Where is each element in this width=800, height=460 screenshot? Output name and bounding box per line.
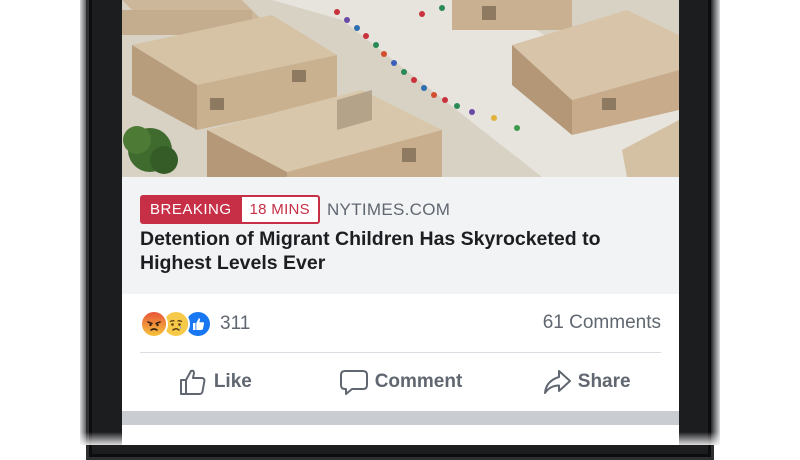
post-photo[interactable] <box>122 0 679 177</box>
link-headline[interactable]: Detention of Migrant Children Has Skyroc… <box>140 227 660 275</box>
breaking-badge: BREAKING <box>140 195 242 224</box>
phone-frame-right <box>712 0 720 445</box>
speech-bubble-icon <box>339 370 368 395</box>
bottom-fade <box>0 432 800 445</box>
reaction-count[interactable]: 311 <box>220 313 250 335</box>
comment-button[interactable]: Comment <box>308 353 494 411</box>
comments-count[interactable]: 61 Comments <box>543 312 661 334</box>
like-label: Like <box>213 371 252 392</box>
comment-label: Comment <box>374 371 463 392</box>
reactions-summary[interactable]: 311 <box>140 310 250 338</box>
share-label: Share <box>577 371 631 392</box>
facebook-post: BREAKING 18 MINS NYTIMES.COM Detention o… <box>122 0 679 445</box>
link-source: NYTIMES.COM <box>326 199 451 219</box>
feed-separator <box>122 411 679 425</box>
share-arrow-icon <box>543 370 571 394</box>
action-bar: Like Comment Share <box>122 353 679 411</box>
link-preview[interactable]: BREAKING 18 MINS NYTIMES.COM Detention o… <box>122 177 679 294</box>
engagement-row: 311 61 Comments <box>122 294 679 352</box>
tag-row: BREAKING 18 MINS NYTIMES.COM <box>140 195 450 224</box>
share-button[interactable]: Share <box>493 353 679 411</box>
thumbs-up-icon <box>179 369 206 395</box>
like-button[interactable]: Like <box>122 353 308 411</box>
angry-icon <box>140 310 168 338</box>
time-badge: 18 MINS <box>241 195 320 224</box>
